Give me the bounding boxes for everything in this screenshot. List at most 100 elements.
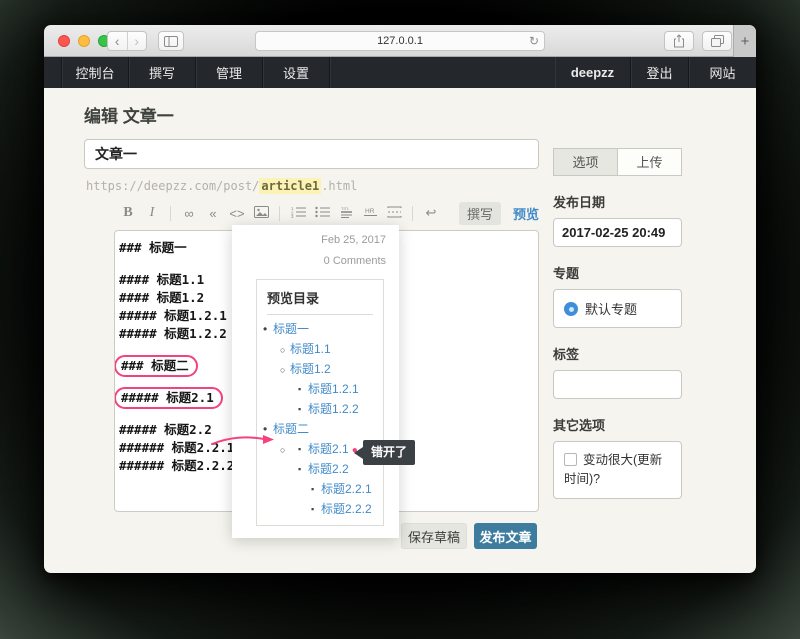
navbar-item[interactable]: 撰写 — [129, 57, 196, 88]
square-bullet-icon: ▪ — [311, 479, 314, 499]
topic-option-label[interactable]: 默认专题 — [585, 302, 637, 317]
toc-row: • 标题一 — [257, 319, 383, 339]
toc-row: ○标题1.1 — [257, 339, 383, 359]
share-button[interactable] — [664, 31, 694, 51]
preview-popup: Feb 25, 2017 0 Comments 预览目录 •标题一○标题1.1○… — [232, 225, 399, 538]
markdown-toolbar: BI ∞«<> 123 TITL HR ↩ 撰写 预览 — [116, 201, 539, 225]
slug-prefix: https://deepzz.com/post/ — [86, 179, 259, 193]
toc-link[interactable]: 标题1.2 — [290, 362, 331, 376]
toc-link[interactable]: 标题1.2.2 — [308, 402, 359, 416]
toc-link[interactable]: 标题1.2.1 — [308, 382, 359, 396]
reload-icon[interactable]: ↻ — [529, 32, 539, 50]
slug-highlight: article1 — [259, 178, 321, 194]
tags-input[interactable] — [553, 370, 682, 399]
sidebar-tabs: 选项上传 — [553, 148, 682, 176]
navbar-item[interactable]: 设置 — [263, 57, 330, 88]
preview-comments[interactable]: 0 Comments — [324, 255, 386, 267]
browser-titlebar: ‹ › 127.0.0.1 ↻ + — [44, 25, 756, 57]
publish-button[interactable]: 发布文章 — [474, 523, 537, 549]
code-icon[interactable]: <> — [225, 206, 249, 221]
article-title-input[interactable] — [84, 139, 539, 169]
topic-label: 专题 — [553, 263, 682, 282]
tabs-icon — [711, 35, 724, 47]
toc-divider — [267, 314, 373, 315]
toolbar-mode-switch: 撰写 预览 — [459, 202, 539, 225]
hr-icon[interactable]: HR — [358, 206, 382, 221]
history-nav-group: ‹ › — [107, 31, 147, 51]
app-navbar: 控制台撰写管理设置 deepzz 登出 网站 — [44, 57, 756, 88]
circle-bullet-icon: ○ — [280, 440, 285, 460]
navbar-left-items: 控制台撰写管理设置 — [62, 57, 330, 88]
annotation-arrow — [210, 432, 278, 448]
other-option-box: 变动很大(更新时间)? — [553, 441, 682, 499]
toc-link[interactable]: 标题二 — [273, 422, 309, 436]
toc-link[interactable]: 标题1.1 — [290, 342, 331, 356]
circle-bullet-icon: ○ — [280, 360, 285, 380]
major-change-label[interactable]: 变动很大(更新时间)? — [564, 453, 662, 486]
minimize-window-button[interactable] — [78, 35, 90, 47]
undo-icon[interactable]: ↩ — [419, 205, 443, 221]
navbar-item[interactable]: 控制台 — [62, 57, 129, 88]
square-bullet-icon: ▪ — [298, 439, 301, 459]
sidebar-icon — [164, 36, 178, 47]
italic-icon[interactable]: I — [140, 205, 164, 221]
address-bar[interactable]: 127.0.0.1 ↻ — [255, 31, 545, 51]
slug-suffix: .html — [321, 179, 357, 193]
disc-bullet-icon: • — [263, 319, 267, 339]
navbar-spacer — [44, 57, 62, 88]
new-tab-button[interactable]: + — [733, 25, 756, 57]
url-text: 127.0.0.1 — [377, 35, 423, 47]
toc-link[interactable]: 标题一 — [273, 322, 309, 336]
page-title: 编辑 文章一 — [84, 102, 174, 127]
square-bullet-icon: ▪ — [311, 499, 314, 519]
sidebar-tab-options[interactable]: 选项 — [553, 148, 618, 176]
navbar-item[interactable]: 管理 — [196, 57, 263, 88]
toolbar-separator — [412, 206, 413, 221]
svg-text:HR: HR — [365, 208, 375, 215]
image-icon[interactable] — [249, 206, 273, 221]
toolbar-separator — [170, 206, 171, 221]
navbar-site[interactable]: 网站 — [689, 57, 756, 88]
other-options-label: 其它选项 — [553, 415, 682, 434]
annotation-circle: ##### 标题2.1 — [114, 387, 223, 409]
forward-button[interactable]: › — [127, 32, 147, 50]
toc-link[interactable]: 标题2.2.1 — [321, 482, 372, 496]
quote-icon[interactable]: « — [201, 206, 225, 221]
svg-text:3: 3 — [291, 214, 294, 218]
preview-mode-button[interactable]: 预览 — [513, 204, 539, 223]
preview-toc-box: 预览目录 •标题一○标题1.1○标题1.2▪标题1.2.1▪标题1.2.2•标题… — [256, 279, 384, 526]
topic-radio-selected[interactable] — [564, 302, 578, 316]
sidebar-tab-upload[interactable]: 上传 — [617, 148, 682, 176]
toc-link[interactable]: 标题2.1 — [308, 442, 349, 456]
sidebar-toggle-button[interactable] — [158, 31, 184, 51]
toc-link[interactable]: 标题2.2 — [308, 462, 349, 476]
toolbar-icons: BI ∞«<> 123 TITL HR ↩ — [116, 205, 443, 221]
unordered-list-icon[interactable] — [310, 206, 334, 221]
toc-row: ▪ 标题2.2.1 — [257, 479, 383, 499]
save-draft-button[interactable]: 保存草稿 — [401, 523, 467, 549]
navbar-username[interactable]: deepzz — [555, 57, 631, 88]
preview-date: Feb 25, 2017 — [321, 234, 386, 246]
bold-icon[interactable]: B — [116, 205, 140, 221]
back-button[interactable]: ‹ — [108, 32, 127, 50]
toc-link[interactable]: 标题2.2.2 — [321, 502, 372, 516]
heading-icon[interactable]: TITL — [334, 206, 358, 221]
tags-label: 标签 — [553, 344, 682, 363]
link-icon[interactable]: ∞ — [177, 206, 201, 221]
show-tabs-button[interactable] — [702, 31, 732, 51]
toc-list: •标题一○标题1.1○标题1.2▪标题1.2.1▪标题1.2.2•标题二○▪标题… — [257, 319, 383, 519]
navbar-filler — [330, 57, 555, 88]
pagebreak-icon[interactable] — [382, 206, 406, 221]
major-change-checkbox[interactable] — [564, 453, 577, 466]
browser-window: ‹ › 127.0.0.1 ↻ + 控制台撰写管理设置 deepzz 登出 网站… — [44, 25, 756, 573]
article-slug: https://deepzz.com/post/article1.html — [86, 179, 357, 193]
ordered-list-icon[interactable]: 123 — [286, 206, 310, 221]
navbar-logout[interactable]: 登出 — [631, 57, 689, 88]
options-sidebar: 选项上传 发布日期 专题 默认专题 标签 其它选项 变动很大(更新时间)? — [553, 148, 682, 499]
toc-title: 预览目录 — [257, 288, 383, 307]
write-mode-button[interactable]: 撰写 — [459, 202, 501, 225]
toc-row: ▪标题1.2.2 — [257, 399, 383, 419]
close-window-button[interactable] — [58, 35, 70, 47]
publish-date-input[interactable] — [553, 218, 682, 247]
topic-option-box: 默认专题 — [553, 289, 682, 328]
